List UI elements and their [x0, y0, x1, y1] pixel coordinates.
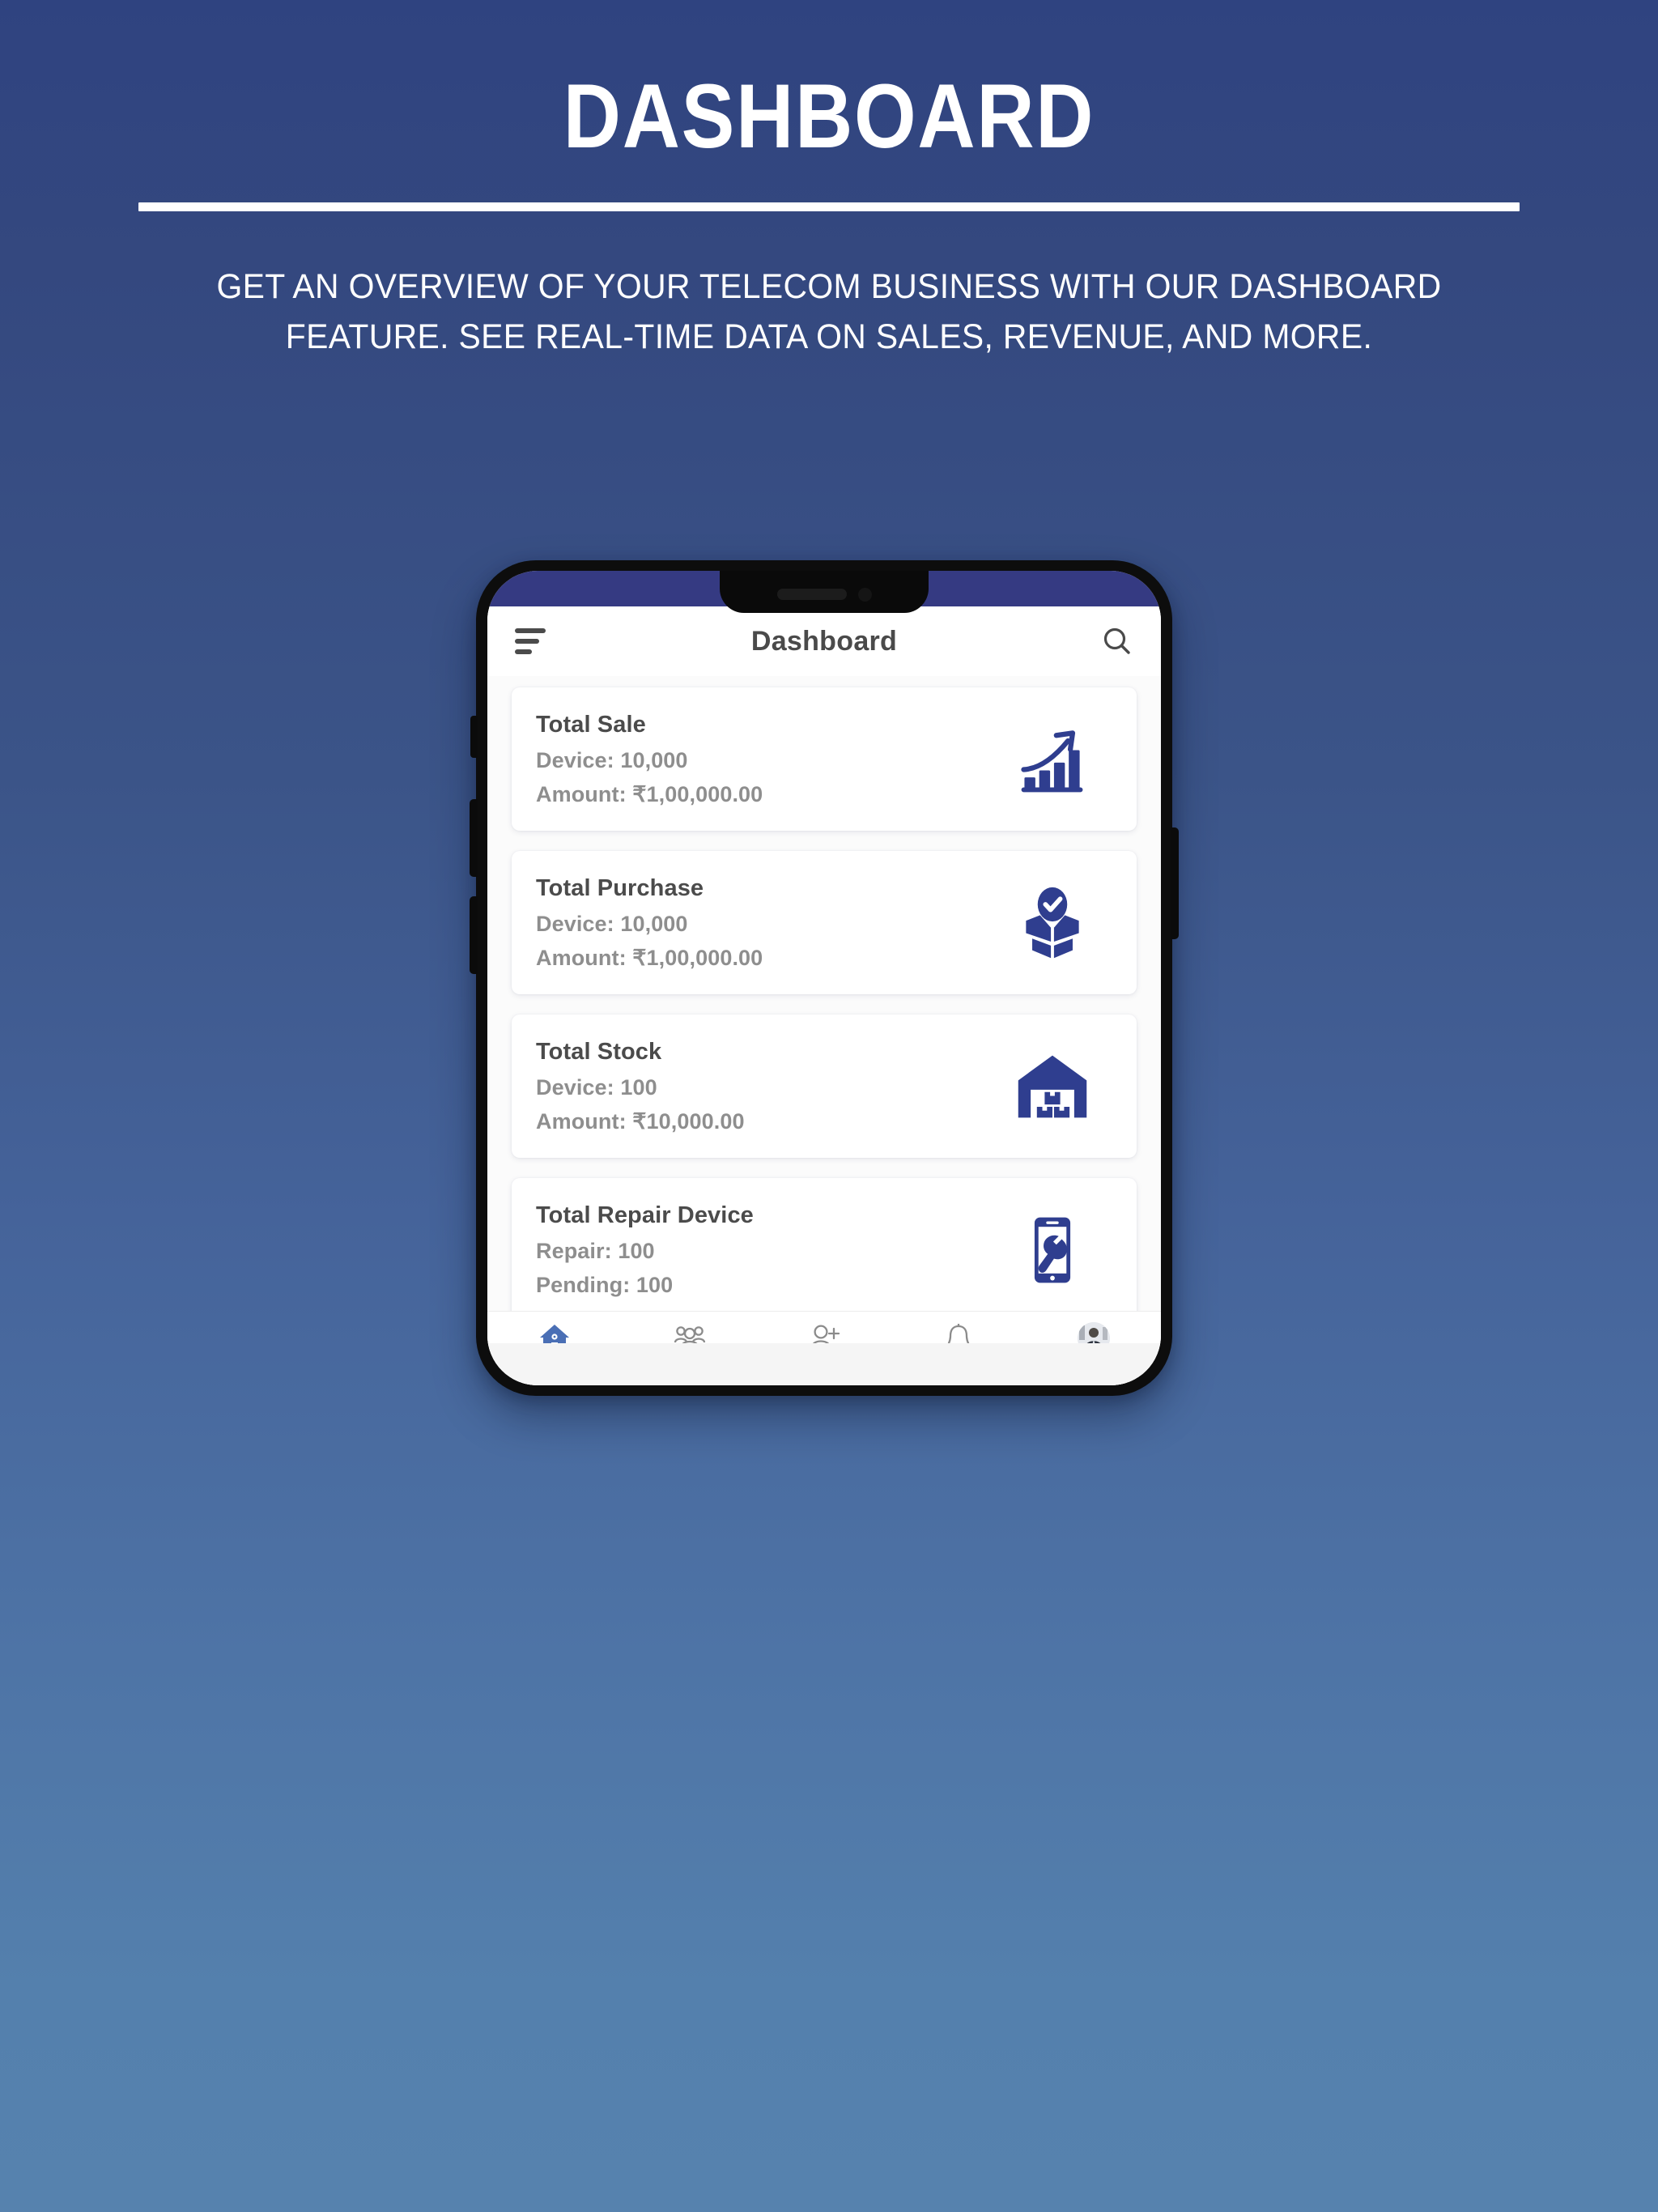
earpiece-speaker-icon	[776, 589, 847, 600]
growth-bar-chart-icon	[1014, 721, 1091, 798]
search-icon[interactable]	[1101, 625, 1133, 657]
app-bar-title: Dashboard	[750, 625, 898, 657]
card-line-device: Device: 10,000	[536, 747, 688, 772]
card-total-repair-device[interactable]: Total Repair Device Repair: 100 Pending:…	[512, 1178, 1137, 1311]
card-text: Total Stock Device: 100 Amount: ₹10,000.…	[536, 1039, 1014, 1134]
page-title: DASHBOARD	[563, 66, 1095, 167]
app-container: Dashboard Total Sale Device: 10,000 Amou…	[487, 606, 1161, 1385]
card-text: Total Purchase Device: 10,000 Amount: ₹1…	[536, 875, 1014, 971]
promo-subtitle: GET AN OVERVIEW OF YOUR TELECOM BUSINESS…	[216, 267, 1442, 357]
app-bar: Dashboard	[487, 606, 1161, 676]
phone-home-area	[487, 1343, 1161, 1385]
phone-wrench-icon	[1014, 1211, 1091, 1289]
card-title: Total Repair Device	[536, 1202, 754, 1228]
phone-volume-down-button[interactable]	[470, 896, 478, 974]
dashboard-card-list: Total Sale Device: 10,000 Amount: ₹1,00,…	[487, 676, 1161, 1311]
phone-silent-switch[interactable]	[470, 716, 478, 758]
card-line-device: Device: 100	[536, 1074, 657, 1100]
promo-header: DASHBOARD GET AN OVERVIEW OF YOUR TELECO…	[0, 0, 1658, 363]
card-total-purchase[interactable]: Total Purchase Device: 10,000 Amount: ₹1…	[512, 851, 1137, 994]
card-title: Total Sale	[536, 711, 646, 738]
title-divider	[138, 202, 1520, 211]
open-box-check-icon	[1014, 884, 1091, 962]
card-line-repair: Repair: 100	[536, 1238, 655, 1263]
phone-screen: Dashboard Total Sale Device: 10,000 Amou…	[487, 571, 1161, 1385]
warehouse-icon	[1014, 1048, 1091, 1125]
phone-mockup: Dashboard Total Sale Device: 10,000 Amou…	[470, 560, 1179, 1396]
card-line-amount: Amount: ₹1,00,000.00	[536, 781, 763, 806]
phone-notch	[720, 571, 929, 613]
card-line-amount: Amount: ₹10,000.00	[536, 1108, 745, 1134]
hamburger-icon[interactable]	[515, 628, 546, 654]
phone-power-button[interactable]	[1171, 827, 1179, 939]
card-line-device: Device: 10,000	[536, 911, 688, 936]
card-text: Total Repair Device Repair: 100 Pending:…	[536, 1202, 1014, 1298]
card-title: Total Purchase	[536, 874, 704, 901]
phone-volume-up-button[interactable]	[470, 799, 478, 877]
card-line-amount: Amount: ₹1,00,000.00	[536, 945, 763, 970]
card-total-sale[interactable]: Total Sale Device: 10,000 Amount: ₹1,00,…	[512, 687, 1137, 831]
card-text: Total Sale Device: 10,000 Amount: ₹1,00,…	[536, 712, 1014, 807]
card-title: Total Stock	[536, 1038, 662, 1065]
card-total-stock[interactable]: Total Stock Device: 100 Amount: ₹10,000.…	[512, 1015, 1137, 1158]
card-line-pending: Pending: 100	[536, 1272, 674, 1297]
front-camera-icon	[857, 587, 872, 602]
phone-frame: Dashboard Total Sale Device: 10,000 Amou…	[470, 560, 1179, 1396]
